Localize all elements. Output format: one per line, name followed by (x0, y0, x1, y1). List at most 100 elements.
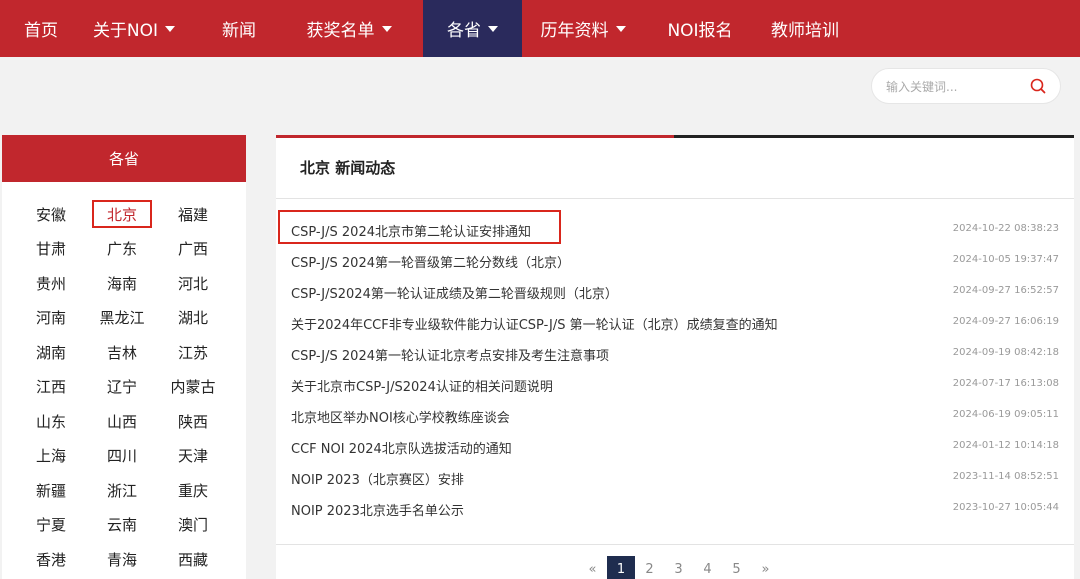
news-row[interactable]: 关于北京市CSP-J/S2024认证的相关问题说明 2024-07-17 16:1… (276, 370, 1074, 400)
page-number-button[interactable]: 2 (635, 556, 664, 579)
province-link[interactable]: 海南 (92, 269, 152, 297)
highlight-annotation (278, 210, 561, 244)
chevron-down-icon (381, 25, 392, 32)
province-link[interactable]: 北京 (92, 200, 152, 228)
province-link[interactable]: 陕西 (163, 407, 223, 435)
nav-item[interactable]: 关于NOI (82, 0, 186, 57)
sidebar-title: 各省 (2, 135, 246, 182)
province-link[interactable]: 福建 (163, 200, 223, 228)
province-link[interactable]: 广东 (92, 235, 152, 263)
province-sidebar: 各省 安徽 北京 福建甘肃 广东 广西贵州 海南 河北河南 黑龙江 湖北湖南 吉林 江苏江西 辽宁 内蒙… (2, 135, 246, 579)
nav-item[interactable]: 新闻 (210, 0, 268, 57)
province-link[interactable]: 西藏 (163, 545, 223, 573)
province-link[interactable]: 江西 (21, 373, 81, 401)
nav-item-label: 各省 (447, 21, 481, 41)
nav-item-label: 历年资料 (540, 21, 609, 41)
nav-item[interactable]: 历年资料 (522, 0, 644, 57)
news-date: 2024-10-22 08:38:23 (952, 223, 1059, 234)
province-link[interactable]: 河南 (21, 304, 81, 332)
province-link[interactable]: 湖北 (163, 304, 223, 332)
panel-top-accent (276, 135, 674, 138)
province-link[interactable]: 贵州 (21, 269, 81, 297)
province-link[interactable]: 云南 (92, 511, 152, 539)
nav-item[interactable]: 获奖名单 (290, 0, 408, 57)
province-link[interactable]: 辽宁 (92, 373, 152, 401)
search-input[interactable] (886, 77, 1026, 97)
news-row[interactable]: NOIP 2023（北京赛区）安排 2023-11-14 08:52:51 (276, 463, 1074, 493)
province-link[interactable]: 香港 (21, 545, 81, 573)
page-number-button[interactable]: 1 (607, 556, 635, 579)
news-row[interactable]: CSP-J/S 2024第一轮晋级第二轮分数线（北京） 2024-10-05 19… (276, 246, 1074, 276)
pagination: «1 2 3 4 5» (578, 556, 780, 579)
panel-title: 北京 新闻动态 (300, 159, 396, 177)
news-title-link[interactable]: 北京地区举办NOI核心学校教练座谈会 (291, 407, 510, 426)
province-link[interactable]: 澳门 (163, 511, 223, 539)
next-page-button[interactable]: » (751, 556, 780, 579)
chevron-down-icon (615, 25, 626, 32)
news-date: 2024-06-19 09:05:11 (952, 409, 1059, 420)
news-date: 2024-09-27 16:52:57 (952, 285, 1059, 296)
chevron-down-icon (488, 25, 498, 32)
province-link[interactable]: 广西 (163, 235, 223, 263)
news-row[interactable]: CSP-J/S 2024第一轮认证北京考点安排及考生注意事项 2024-09-19… (276, 339, 1074, 369)
news-title-link[interactable]: 关于2024年CCF非专业级软件能力认证CSP-J/S 第一轮认证（北京）成绩复… (291, 314, 778, 333)
nav-item-label: 教师培训 (771, 21, 839, 41)
province-link[interactable]: 内蒙古 (163, 373, 223, 401)
news-title-link[interactable]: 关于北京市CSP-J/S2024认证的相关问题说明 (291, 376, 553, 395)
province-link[interactable]: 河北 (163, 269, 223, 297)
news-title-link[interactable]: CSP-J/S2024第一轮认证成绩及第二轮晋级规则（北京） (291, 283, 618, 302)
nav-item[interactable]: 教师培训 (759, 0, 851, 57)
prev-page-button[interactable]: « (578, 556, 607, 579)
province-link[interactable]: 浙江 (92, 476, 152, 504)
news-date: 2024-09-27 16:06:19 (952, 316, 1059, 327)
news-date: 2024-10-05 19:37:47 (952, 254, 1059, 265)
province-link[interactable]: 甘肃 (21, 235, 81, 263)
province-link[interactable]: 青海 (92, 545, 152, 573)
news-title-link[interactable]: CSP-J/S 2024第一轮认证北京考点安排及考生注意事项 (291, 345, 609, 364)
nav-item[interactable]: 各省 (423, 0, 522, 57)
chevron-down-icon (165, 25, 176, 32)
news-row[interactable]: CSP-J/S2024第一轮认证成绩及第二轮晋级规则（北京） 2024-09-27… (276, 277, 1074, 307)
province-link[interactable]: 吉林 (92, 338, 152, 366)
province-link[interactable]: 宁夏 (21, 511, 81, 539)
nav-item-label: 新闻 (222, 21, 256, 41)
news-row[interactable]: CCF NOI 2024北京队选拔活动的通知 2024-01-12 10:14:1… (276, 432, 1074, 462)
divider (276, 198, 1074, 199)
news-date: 2024-01-12 10:14:18 (952, 440, 1059, 451)
news-date: 2024-09-19 08:42:18 (952, 347, 1059, 358)
news-date: 2023-10-27 10:05:44 (952, 502, 1059, 513)
province-link[interactable]: 山西 (92, 407, 152, 435)
province-link[interactable]: 新疆 (21, 476, 81, 504)
province-link[interactable]: 安徽 (21, 200, 81, 228)
province-link[interactable]: 四川 (92, 442, 152, 470)
province-link[interactable]: 天津 (163, 442, 223, 470)
news-date: 2023-11-14 08:52:51 (952, 471, 1059, 482)
divider (276, 544, 1074, 545)
news-row[interactable]: 北京地区举办NOI核心学校教练座谈会 2024-06-19 09:05:11 (276, 401, 1074, 431)
province-link[interactable]: 黑龙江 (92, 304, 152, 332)
news-panel: 北京 新闻动态 CSP-J/S 2024北京市第二轮认证安排通知 2024-10-… (276, 135, 1074, 579)
news-row[interactable]: 关于2024年CCF非专业级软件能力认证CSP-J/S 第一轮认证（北京）成绩复… (276, 308, 1074, 338)
province-link[interactable]: 湖南 (21, 338, 81, 366)
page-number-button[interactable]: 3 (664, 556, 693, 579)
nav-item-label: NOI报名 (667, 21, 733, 41)
news-title-link[interactable]: CCF NOI 2024北京队选拔活动的通知 (291, 438, 512, 457)
nav-item[interactable]: NOI报名 (656, 0, 744, 57)
search-icon[interactable] (1030, 78, 1046, 94)
nav-item[interactable]: 首页 (0, 0, 82, 57)
province-link[interactable]: 上海 (21, 442, 81, 470)
nav-item-label: 获奖名单 (306, 21, 375, 41)
news-title-link[interactable]: NOIP 2023（北京赛区）安排 (291, 469, 464, 488)
page-number-button[interactable]: 5 (722, 556, 751, 579)
news-row[interactable]: NOIP 2023北京选手名单公示 2023-10-27 10:05:44 (276, 494, 1074, 524)
news-title-link[interactable]: CSP-J/S 2024第一轮晋级第二轮分数线（北京） (291, 252, 570, 271)
province-link[interactable]: 江苏 (163, 338, 223, 366)
nav-item-label: 首页 (24, 21, 58, 41)
nav-item-label: 关于NOI (92, 21, 159, 41)
page-number-button[interactable]: 4 (693, 556, 722, 579)
province-link[interactable]: 山东 (21, 407, 81, 435)
top-nav: 首页 关于NOI 新闻 获奖名单 各省 历年资料 NOI报名 教师培训 (0, 0, 1080, 57)
news-title-link[interactable]: NOIP 2023北京选手名单公示 (291, 500, 464, 519)
province-link[interactable]: 重庆 (163, 476, 223, 504)
news-date: 2024-07-17 16:13:08 (952, 378, 1059, 389)
